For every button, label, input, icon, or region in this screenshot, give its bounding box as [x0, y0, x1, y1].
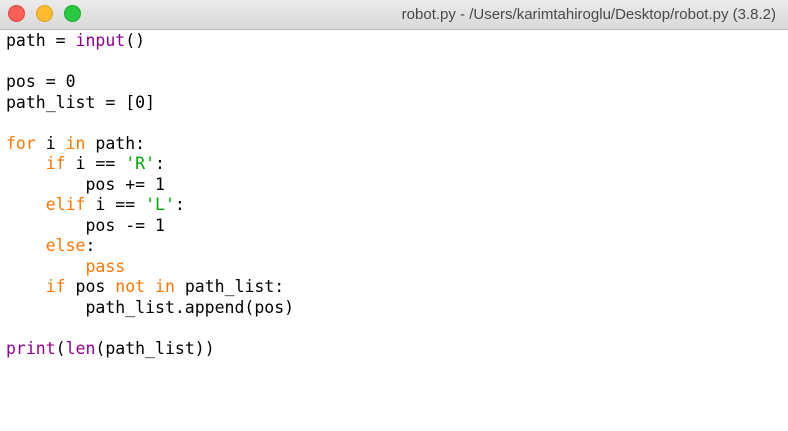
code-line[interactable]: else: — [6, 236, 788, 257]
string-token: 'R' — [125, 154, 156, 173]
code-token: pos = 0 — [6, 72, 76, 91]
code-token: path_list: — [174, 277, 285, 296]
keyword-token: if — [45, 277, 66, 296]
code-token: path: — [85, 133, 146, 153]
editor-window: robot.py - /Users/karimtahiroglu/Desktop… — [0, 0, 788, 431]
keyword-token: else — [45, 236, 86, 255]
code-token: i == — [65, 154, 126, 173]
code-token: (path_list)) — [95, 338, 215, 358]
keyword-token: pass — [85, 256, 126, 276]
code-token: ( — [55, 338, 66, 358]
code-line[interactable]: pos -= 1 — [6, 216, 788, 237]
close-window-button[interactable] — [8, 5, 25, 22]
code-token: i == — [85, 195, 146, 214]
string-token: 'L' — [145, 195, 175, 214]
code-token: () — [125, 31, 146, 50]
code-line[interactable]: print(len(path_list)) — [6, 339, 788, 360]
code-token: path_list = [0] — [6, 92, 156, 112]
code-line[interactable]: ​ — [6, 318, 788, 339]
code-line[interactable]: elif i == 'L': — [6, 195, 788, 216]
code-line[interactable]: path_list.append(pos) — [6, 298, 788, 319]
code-line[interactable]: path_list = [0] — [6, 93, 788, 114]
code-line[interactable]: for i in path: — [6, 134, 788, 155]
code-line[interactable]: pos += 1 — [6, 175, 788, 196]
code-text-area[interactable]: path = input()​pos = 0path_list = [0]​fo… — [0, 30, 788, 359]
code-token: pos -= 1 — [6, 215, 165, 235]
zoom-window-button[interactable] — [64, 5, 81, 22]
keyword-token: in — [65, 133, 86, 153]
code-line[interactable]: path = input() — [6, 31, 788, 52]
minimize-window-button[interactable] — [36, 5, 53, 22]
window-title: robot.py - /Users/karimtahiroglu/Desktop… — [401, 6, 776, 23]
code-editor[interactable]: path = input()​pos = 0path_list = [0]​fo… — [0, 30, 788, 431]
keyword-token: elif — [45, 195, 86, 214]
code-line[interactable]: ​ — [6, 113, 788, 134]
code-line[interactable]: pass — [6, 257, 788, 278]
builtin-token: print — [6, 338, 56, 358]
code-line[interactable]: if pos not in path_list: — [6, 277, 788, 298]
title-bar[interactable]: robot.py - /Users/karimtahiroglu/Desktop… — [0, 0, 788, 30]
code-line[interactable]: ​ — [6, 52, 788, 73]
builtin-token: len — [65, 338, 96, 358]
keyword-token: if — [45, 154, 66, 173]
code-token: : — [85, 236, 96, 255]
code-token: path_list.append(pos) — [6, 297, 295, 317]
code-line[interactable]: pos = 0 — [6, 72, 788, 93]
keyword-token: for — [6, 133, 36, 153]
keyword-token: not — [115, 277, 146, 296]
code-line[interactable]: if i == 'R': — [6, 154, 788, 175]
keyword-token: in — [155, 277, 175, 296]
builtin-token: input — [75, 31, 126, 50]
code-token: path = — [6, 31, 76, 50]
code-token: i — [35, 133, 66, 153]
code-token: : — [155, 154, 165, 173]
code-token: pos += 1 — [6, 174, 165, 194]
code-token: pos — [65, 277, 116, 296]
code-token: : — [174, 195, 185, 214]
